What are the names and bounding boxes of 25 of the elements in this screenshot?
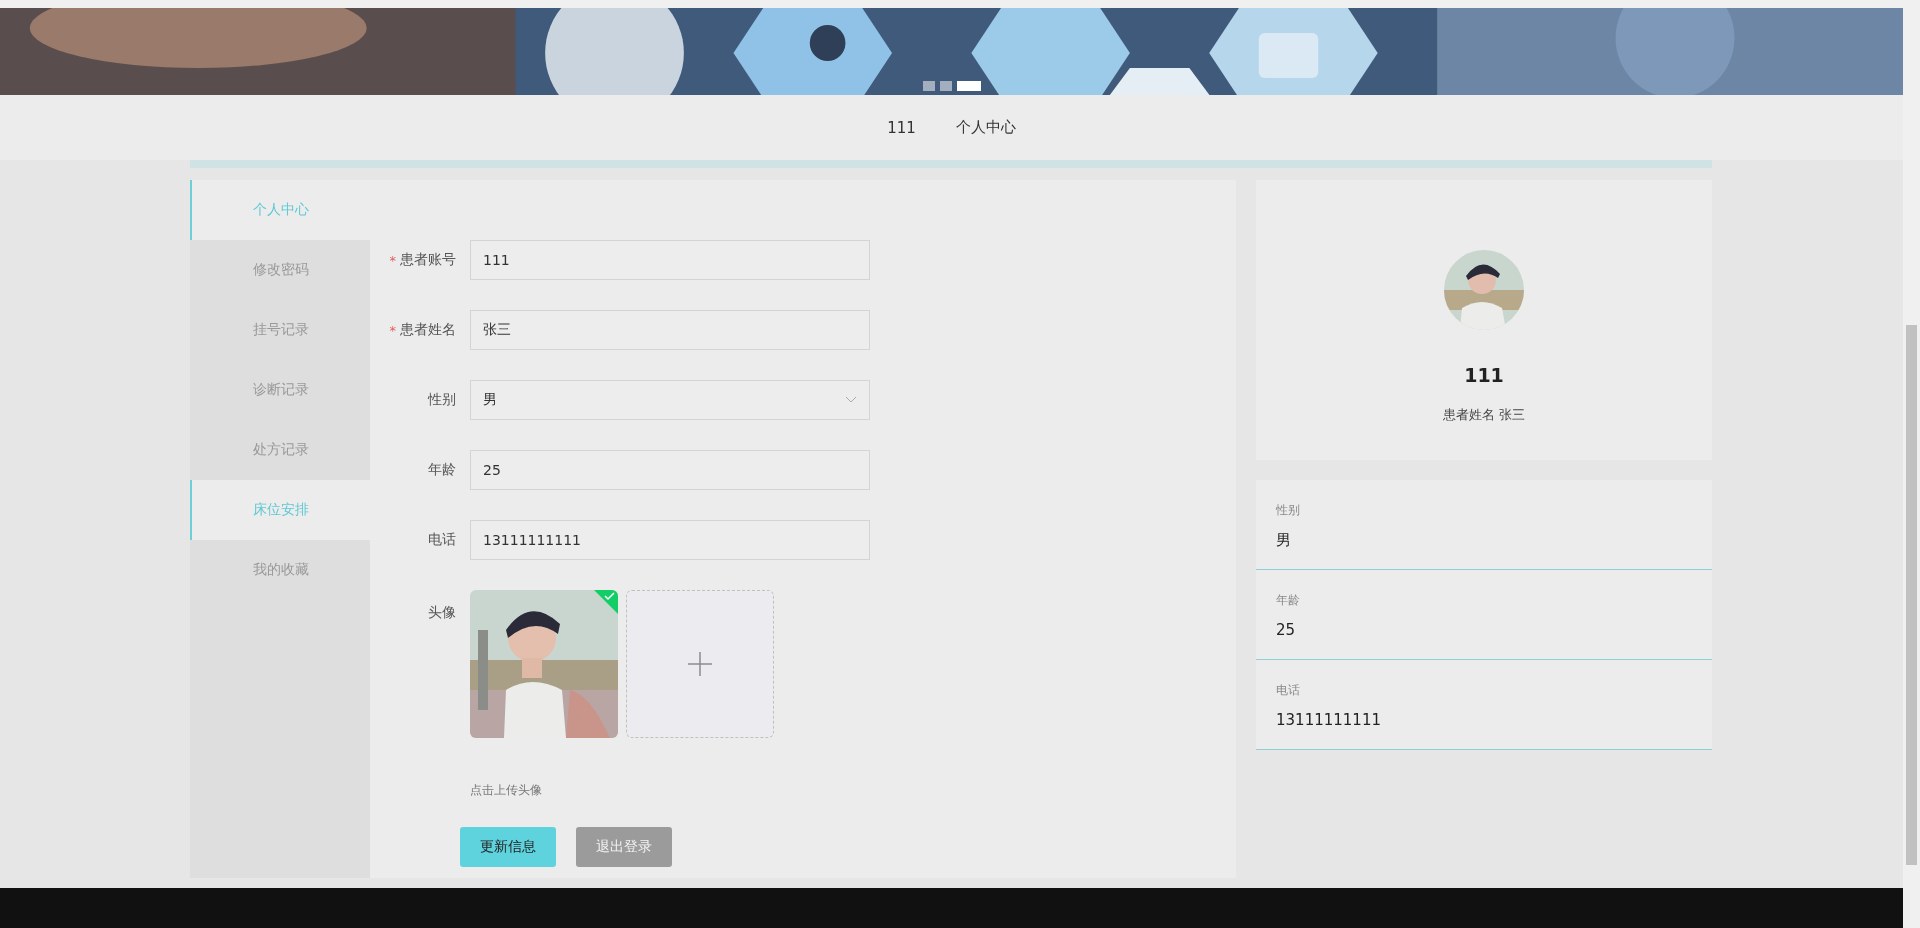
field-label: 年龄 — [428, 461, 456, 479]
field-label: 头像 — [428, 604, 456, 622]
nav-link[interactable]: 个人中心 — [955, 118, 1016, 137]
nav-link[interactable]: 111 — [887, 118, 916, 137]
profile-name: 患者姓名 张三 — [1442, 406, 1526, 424]
update-button[interactable]: 更新信息 — [460, 827, 556, 867]
upload-hint: 点击上传头像 — [470, 782, 542, 799]
detail-value: 13111111111 — [1276, 711, 1382, 729]
input-field[interactable]: 25 — [470, 450, 870, 490]
input-field[interactable]: 张三 — [470, 310, 870, 350]
required-mark: * — [389, 322, 396, 338]
detail-label: 年龄 — [1276, 592, 1301, 609]
detail-label: 电话 — [1276, 682, 1301, 699]
field-label: 电话 — [428, 531, 456, 549]
field-label: 患者姓名 — [400, 321, 456, 339]
detail-value: 25 — [1276, 621, 1297, 639]
input-field[interactable]: 111 — [470, 240, 870, 280]
required-mark: * — [389, 252, 396, 268]
input-field[interactable]: 13111111111 — [470, 520, 870, 560]
profile-account: 111 — [1464, 364, 1504, 386]
field-label: 患者账号 — [400, 251, 456, 269]
detail-value: 男 — [1276, 531, 1292, 550]
field-label: 性别 — [428, 391, 456, 409]
detail-label: 性别 — [1276, 502, 1301, 519]
gender-select[interactable]: 男 — [470, 380, 870, 420]
